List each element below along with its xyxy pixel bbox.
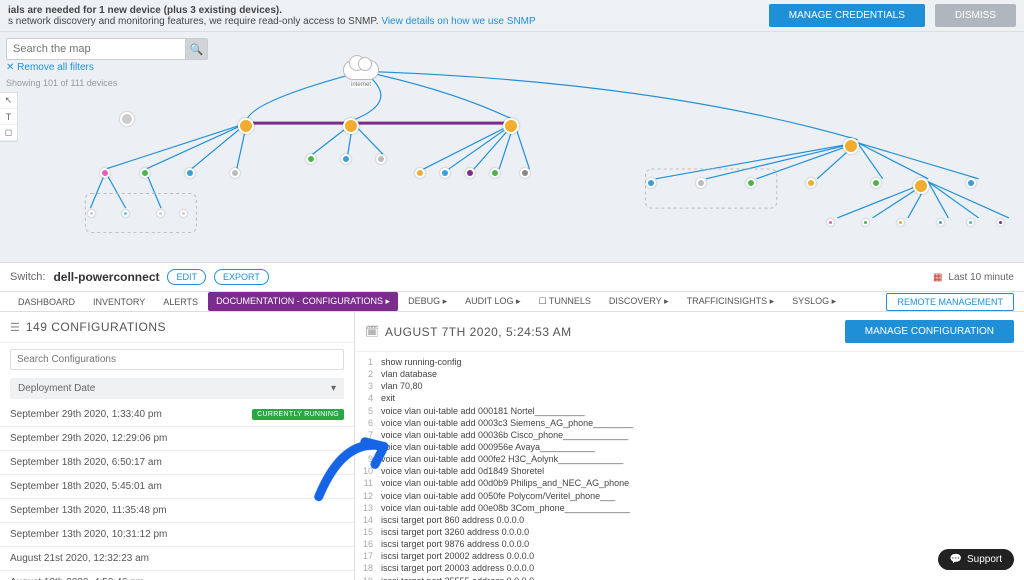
configuration-row[interactable]: September 13th 2020, 11:35:48 pm <box>0 499 354 523</box>
tab-discovery[interactable]: DISCOVERY ▸ <box>601 292 677 311</box>
configurations-title: 149 CONFIGURATIONS <box>26 320 166 334</box>
export-button[interactable]: EXPORT <box>214 269 269 285</box>
tab-tunnels[interactable]: ☐ TUNNELS <box>530 292 598 311</box>
banner-title: ials are needed for 1 new device (plus 3… <box>8 5 282 16</box>
config-title: AUGUST 7TH 2020, 5:24:53 AM <box>385 325 572 339</box>
tab-debug[interactable]: DEBUG ▸ <box>400 292 455 311</box>
internet-cloud[interactable] <box>343 60 379 80</box>
support-button[interactable]: 💬 Support <box>938 549 1014 570</box>
list-icon: ☰ <box>10 321 20 334</box>
device-name: dell-powerconnect <box>53 270 159 284</box>
tool-text[interactable]: T <box>0 109 17 125</box>
chevron-down-icon: ▾ <box>331 383 336 394</box>
tab-trafficinsights[interactable]: TRAFFICINSIGHTS ▸ <box>679 292 783 311</box>
configuration-row[interactable]: September 18th 2020, 6:50:17 am <box>0 451 354 475</box>
configuration-code[interactable]: 1show running-config2vlan database3vlan … <box>355 352 1024 580</box>
tab-documentation[interactable]: DOCUMENTATION - CONFIGURATIONS ▸ <box>208 292 398 311</box>
map-tools: ↖ T ◻ <box>0 92 18 142</box>
configuration-row[interactable]: September 29th 2020, 12:29:06 pm <box>0 427 354 451</box>
device-header: Switch: dell-powerconnect EDIT EXPORT ▦ … <box>0 262 1024 292</box>
configurations-list[interactable]: September 29th 2020, 1:33:40 pmCURRENTLY… <box>0 403 354 580</box>
deployment-date-header[interactable]: Deployment Date▾ <box>10 378 344 399</box>
credentials-banner: ials are needed for 1 new device (plus 3… <box>0 0 1024 32</box>
banner-link[interactable]: View details on how we use SNMP <box>381 16 535 27</box>
device-type-label: Switch: <box>10 271 45 283</box>
configurations-search-input[interactable] <box>10 349 344 370</box>
manage-configuration-button[interactable]: MANAGE CONFIGURATION <box>845 320 1014 343</box>
calendar-icon: 🗓 <box>365 325 379 338</box>
tab-auditlog[interactable]: AUDIT LOG ▸ <box>457 292 528 311</box>
topology-canvas: internet <box>50 42 1019 257</box>
configuration-row[interactable]: August 21st 2020, 12:32:23 am <box>0 547 354 571</box>
dismiss-button[interactable]: DISMISS <box>935 4 1016 27</box>
banner-sub: s network discovery and monitoring featu… <box>8 16 379 27</box>
tab-alerts[interactable]: ALERTS <box>155 293 206 311</box>
network-map[interactable]: 🔍 ✕ Remove all filters Showing 101 of 11… <box>0 32 1024 262</box>
tab-dashboard[interactable]: DASHBOARD <box>10 293 83 311</box>
time-range-icon: ▦ <box>933 272 942 283</box>
configuration-row[interactable]: September 18th 2020, 5:45:01 am <box>0 475 354 499</box>
remote-management-button[interactable]: REMOTE MANAGEMENT <box>886 293 1014 311</box>
chat-icon: 💬 <box>950 554 962 565</box>
device-tabs: DASHBOARD INVENTORY ALERTS DOCUMENTATION… <box>0 292 1024 312</box>
tab-syslog[interactable]: SYSLOG ▸ <box>784 292 844 311</box>
edit-button[interactable]: EDIT <box>167 269 206 285</box>
configurations-panel: ☰ 149 CONFIGURATIONS Deployment Date▾ Se… <box>0 312 1024 580</box>
tool-pointer[interactable]: ↖ <box>0 93 17 109</box>
tab-inventory[interactable]: INVENTORY <box>85 293 153 311</box>
tool-shape[interactable]: ◻ <box>0 125 17 141</box>
time-range[interactable]: Last 10 minute <box>948 272 1014 283</box>
configuration-row[interactable]: September 13th 2020, 10:31:12 pm <box>0 523 354 547</box>
configuration-row[interactable]: September 29th 2020, 1:33:40 pmCURRENTLY… <box>0 403 354 427</box>
manage-credentials-button[interactable]: MANAGE CREDENTIALS <box>769 4 925 27</box>
